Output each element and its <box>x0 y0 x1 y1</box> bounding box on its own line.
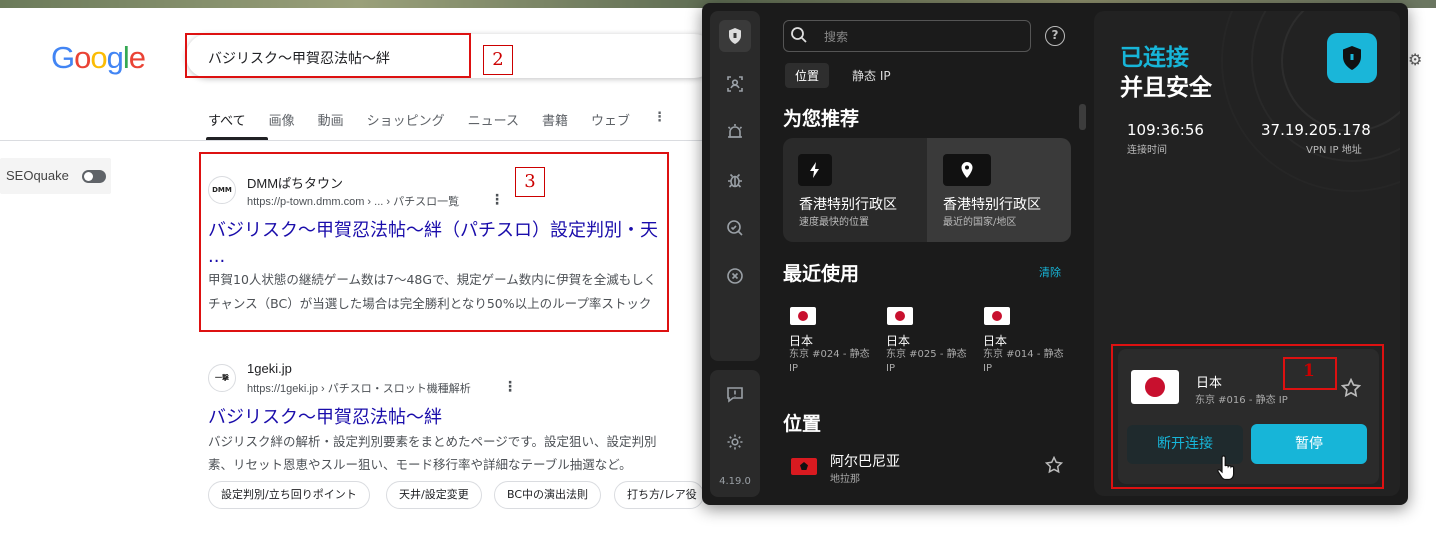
recent-item-sub: 东京 #014 - 静态 IP <box>983 349 1064 374</box>
connection-time: 109:36:56 <box>1127 121 1204 139</box>
recommend-card-sub: 最近的国家/地区 <box>943 217 1017 228</box>
location-row-albania[interactable]: 阿尔巴尼亚 地拉那 <box>783 446 1073 485</box>
annotation-box-result <box>199 152 669 332</box>
recommend-card-title: 香港特别行政区 <box>799 197 897 213</box>
logo-letter: g <box>106 40 124 75</box>
settings-gear-icon[interactable] <box>719 426 751 458</box>
more-tabs-icon[interactable]: ⋮ <box>653 110 666 129</box>
related-chip[interactable]: BC中の演出法則 <box>494 481 602 509</box>
recent-item[interactable]: 日本 东京 #025 - 静态 IP <box>886 307 976 377</box>
recent-heading: 最近使用 <box>783 263 860 285</box>
block-icon[interactable] <box>719 260 751 292</box>
google-logo[interactable]: Google <box>51 40 146 76</box>
locations-heading: 位置 <box>783 413 822 435</box>
connected-status: 已连接 <box>1120 45 1189 71</box>
location-pin-icon <box>943 154 991 186</box>
logo-letter: e <box>128 40 146 75</box>
result-snippet-line: 素、リセット恩恵やスルー狙い、モード移行率や詳細なテーブル抽選など。 <box>208 457 632 472</box>
recent-item-name: 日本 <box>886 334 911 348</box>
1geki-favicon: 一撃 <box>208 364 236 392</box>
vpn-search-placeholder: 搜索 <box>824 30 849 44</box>
header-divider <box>0 140 710 141</box>
related-chip[interactable]: 天井/設定変更 <box>386 481 482 509</box>
location-name: 阿尔巴尼亚 <box>830 454 900 470</box>
result-menu-icon[interactable]: ⋮ <box>503 379 517 395</box>
alarm-icon[interactable] <box>719 116 751 148</box>
related-chip[interactable]: 打ち方/レア役 <box>614 481 704 509</box>
recent-item-sub: 东京 #024 - 静态 IP <box>789 349 870 374</box>
recent-item[interactable]: 日本 东京 #024 - 静态 IP <box>789 307 879 377</box>
search-tabs: すべて 画像 動画 ショッピング ニュース 書籍 ウェブ ⋮ <box>208 110 689 129</box>
japan-flag-icon <box>984 307 1010 325</box>
logo-letter: o <box>90 40 107 75</box>
japan-flag-icon <box>790 307 816 325</box>
tab-books[interactable]: 書籍 <box>542 110 568 129</box>
japan-flag-icon <box>887 307 913 325</box>
vpn-search-input[interactable] <box>783 20 1031 52</box>
related-chip[interactable]: 設定判別/立ち回りポイント <box>208 481 370 509</box>
vpn-shield-logo <box>1327 33 1377 83</box>
hand-cursor-icon <box>1216 455 1236 485</box>
seoquake-toggle-knob <box>84 172 93 181</box>
logo-letter: G <box>51 40 75 75</box>
annotation-box-search <box>185 33 471 78</box>
annotation-label-2: 2 <box>483 45 513 75</box>
recommend-card-sub: 速度最快的位置 <box>799 217 869 228</box>
feedback-icon[interactable] <box>719 378 751 410</box>
search-scan-icon[interactable] <box>719 212 751 244</box>
tab-videos[interactable]: 動画 <box>318 110 344 129</box>
location-sub: 地拉那 <box>830 474 860 485</box>
browser-menu-icon[interactable]: ⚙ <box>1408 50 1422 69</box>
tab-images[interactable]: 画像 <box>269 110 295 129</box>
recent-item-name: 日本 <box>983 334 1008 348</box>
help-icon[interactable]: ? <box>1045 26 1065 46</box>
shield-icon[interactable] <box>719 20 751 52</box>
tab-shopping[interactable]: ショッピング <box>367 110 445 129</box>
vpn-ip-label: VPN IP 地址 <box>1306 145 1362 156</box>
tab-locations[interactable]: 位置 <box>785 63 830 88</box>
vpn-ip-address: 37.19.205.178 <box>1261 121 1371 139</box>
scrollbar-thumb[interactable] <box>1079 104 1086 130</box>
lightning-icon <box>798 154 832 186</box>
secure-status: 并且安全 <box>1120 75 1212 101</box>
bug-icon[interactable] <box>719 164 751 196</box>
result-site-name[interactable]: 1geki.jp <box>247 361 292 376</box>
annotation-label-3: 3 <box>515 167 545 197</box>
seoquake-label: SEOquake <box>6 168 69 183</box>
recent-item-name: 日本 <box>789 334 814 348</box>
result-url[interactable]: https://1geki.jp › パチスロ・スロット機種解析 <box>247 380 471 396</box>
result-title[interactable]: バジリスク〜甲賀忍法帖〜絆 <box>208 403 442 429</box>
annotation-box-connection <box>1111 344 1384 489</box>
app-version: 4.19.0 <box>719 476 751 487</box>
albania-flag-icon <box>791 458 817 475</box>
tab-web[interactable]: ウェブ <box>591 110 630 129</box>
recent-item[interactable]: 日本 东京 #014 - 静态 IP <box>983 307 1073 377</box>
recommend-heading: 为您推荐 <box>783 108 860 130</box>
tab-static-ip[interactable]: 静态 IP <box>842 63 901 88</box>
logo-letter: o <box>74 40 91 75</box>
identity-scan-icon[interactable] <box>719 68 751 100</box>
result-snippet-line: バジリスク絆の解析・設定判別要素をまとめたページです。設定狙い、設定判別 <box>208 434 657 449</box>
search-icon <box>790 26 808 48</box>
connection-time-label: 连接时间 <box>1127 145 1167 156</box>
tab-news[interactable]: ニュース <box>468 110 519 129</box>
recent-item-sub: 东京 #025 - 静态 IP <box>886 349 967 374</box>
favorite-star-icon[interactable] <box>1044 455 1064 478</box>
recommend-card-title: 香港特别行政区 <box>943 197 1041 213</box>
tab-all[interactable]: すべて <box>208 110 246 129</box>
clear-recent-link[interactable]: 清除 <box>1039 264 1061 280</box>
